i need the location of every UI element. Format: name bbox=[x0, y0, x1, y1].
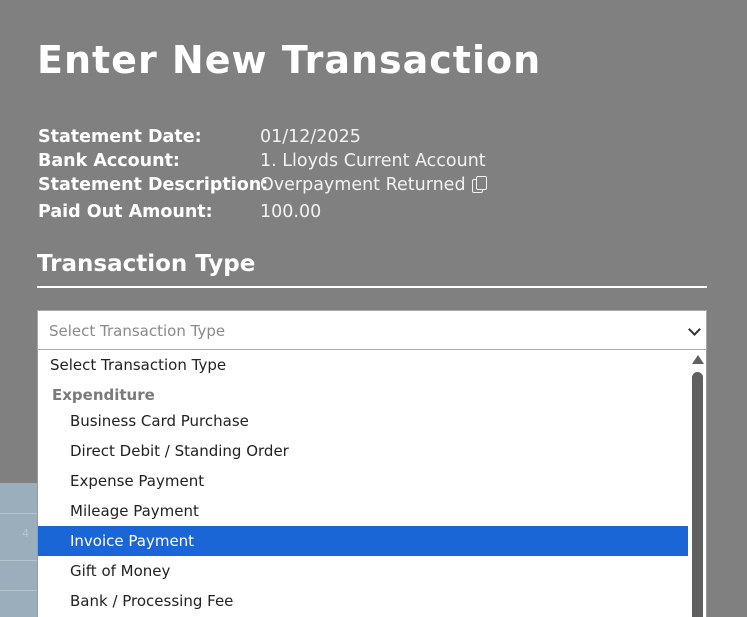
option-select-transaction-type[interactable]: Select Transaction Type bbox=[38, 350, 688, 380]
option-expense-payment[interactable]: Expense Payment bbox=[38, 466, 688, 496]
modal-title: Enter New Transaction bbox=[37, 38, 542, 82]
select-placeholder: Select Transaction Type bbox=[49, 322, 226, 340]
option-gift-of-money[interactable]: Gift of Money bbox=[38, 556, 688, 586]
detail-paid-out-amount: Paid Out Amount: 100.00 bbox=[38, 202, 638, 226]
detail-value-with-copy: Overpayment Returned bbox=[260, 175, 487, 195]
detail-value: Overpayment Returned bbox=[260, 175, 466, 195]
detail-value: 01/12/2025 bbox=[260, 127, 361, 147]
detail-label: Paid Out Amount: bbox=[38, 202, 213, 222]
background-row-divider bbox=[0, 560, 38, 561]
detail-statement-date: Statement Date: 01/12/2025 bbox=[38, 127, 638, 151]
scroll-up-arrow-icon[interactable] bbox=[692, 355, 704, 364]
detail-label: Statement Description: bbox=[38, 175, 269, 195]
modal-edge bbox=[706, 483, 747, 617]
section-divider bbox=[37, 286, 707, 288]
copy-icon[interactable] bbox=[471, 176, 487, 193]
detail-label: Bank Account: bbox=[38, 151, 180, 171]
background-partial-text: 4 bbox=[22, 527, 29, 540]
background-row-divider bbox=[0, 513, 38, 514]
option-mileage-payment[interactable]: Mileage Payment bbox=[38, 496, 688, 526]
detail-statement-description: Statement Description: Overpayment Retur… bbox=[38, 175, 638, 199]
dropdown-scrollbar[interactable] bbox=[688, 350, 706, 617]
transaction-type-select[interactable]: Select Transaction Type bbox=[37, 310, 707, 350]
chevron-down-icon bbox=[688, 323, 701, 336]
option-invoice-payment[interactable]: Invoice Payment bbox=[38, 526, 688, 556]
section-title-transaction-type: Transaction Type bbox=[37, 251, 256, 277]
transaction-type-dropdown[interactable]: Select Transaction Type Expenditure Busi… bbox=[37, 350, 707, 617]
option-bank-processing-fee[interactable]: Bank / Processing Fee bbox=[38, 586, 688, 616]
detail-bank-account: Bank Account: 1. Lloyds Current Account bbox=[38, 151, 638, 175]
scrollbar-thumb[interactable] bbox=[692, 372, 703, 617]
background-row-divider bbox=[0, 590, 38, 591]
detail-value: 100.00 bbox=[260, 202, 322, 222]
detail-label: Statement Date: bbox=[38, 127, 202, 147]
detail-value: 1. Lloyds Current Account bbox=[260, 151, 486, 171]
option-direct-debit-standing-order[interactable]: Direct Debit / Standing Order bbox=[38, 436, 688, 466]
option-business-card-purchase[interactable]: Business Card Purchase bbox=[38, 406, 688, 436]
